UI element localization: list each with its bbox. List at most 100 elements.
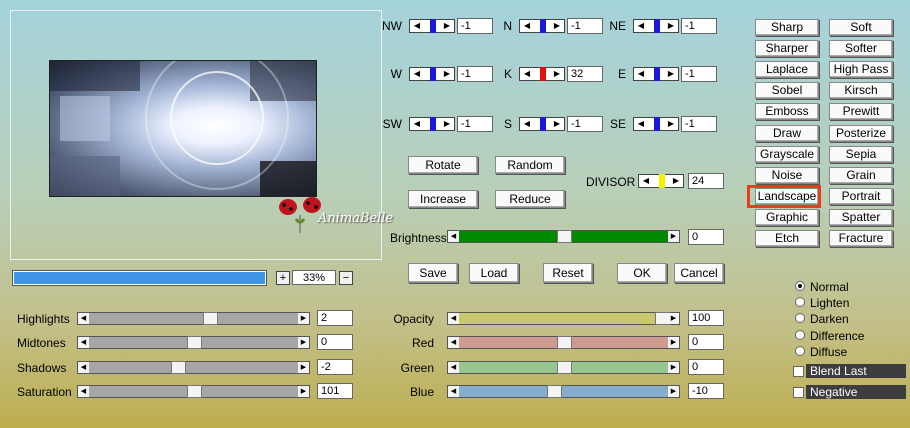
arrow-right-icon[interactable]: ▶ [668,231,679,242]
opacity-slider[interactable]: ◀ ▶ [447,312,680,325]
red-field[interactable]: 0 [688,334,724,350]
direction-field-ne[interactable]: -1 [681,18,717,34]
arrow-left-icon[interactable]: ◀ [448,386,459,397]
arrow-left-icon[interactable]: ◀ [522,69,532,79]
preset-noise-button[interactable]: Noise [755,166,819,184]
slider-thumb[interactable] [557,361,572,374]
arrow-right-icon[interactable]: ▶ [671,176,681,186]
arrow-right-icon[interactable]: ▶ [552,69,562,79]
preset-grain-button[interactable]: Grain [829,166,893,184]
direction-spinner-k[interactable]: ◀ ▶ [519,67,565,81]
arrow-left-icon[interactable]: ◀ [636,69,646,79]
blend-radio-difference[interactable] [795,329,805,340]
preset-high-pass-button[interactable]: High Pass [829,61,893,79]
arrow-left-icon[interactable]: ◀ [78,362,89,373]
reset-button[interactable]: Reset [543,263,593,283]
slider-thumb[interactable] [547,385,562,398]
blend-radio-normal[interactable] [795,281,805,291]
brightness-field[interactable]: 0 [688,229,724,245]
saturation-field[interactable]: 101 [317,383,353,399]
arrow-right-icon[interactable]: ▶ [666,69,676,79]
opacity-field[interactable]: 100 [688,310,724,326]
slider-thumb[interactable] [557,230,572,243]
arrow-right-icon[interactable]: ▶ [668,337,679,348]
ok-button[interactable]: OK [617,263,667,283]
arrow-left-icon[interactable]: ◀ [78,313,89,324]
direction-spinner-ne[interactable]: ◀ ▶ [633,19,679,33]
preset-softer-button[interactable]: Softer [829,40,893,58]
preset-grayscale-button[interactable]: Grayscale [755,145,819,163]
arrow-right-icon[interactable]: ▶ [552,21,562,31]
rotate-button[interactable]: Rotate [408,156,478,174]
highlights-field[interactable]: 2 [317,310,353,326]
arrow-left-icon[interactable]: ◀ [522,119,532,129]
increase-button[interactable]: Increase [408,190,478,208]
arrow-right-icon[interactable]: ▶ [442,119,452,129]
highlights-slider[interactable]: ◀ ▶ [77,312,310,325]
direction-spinner-sw[interactable]: ◀ ▶ [409,117,455,131]
preset-kirsch-button[interactable]: Kirsch [829,82,893,100]
preset-graphic-button[interactable]: Graphic [755,208,819,226]
slider-thumb[interactable] [203,312,218,325]
random-button[interactable]: Random [495,156,565,174]
brightness-slider[interactable]: ◀ ▶ [447,230,680,243]
arrow-left-icon[interactable]: ◀ [636,21,646,31]
arrow-left-icon[interactable]: ◀ [641,176,651,186]
blend-radio-diffuse[interactable] [795,345,805,356]
preset-fracture-button[interactable]: Fracture [829,230,893,247]
arrow-right-icon[interactable]: ▶ [668,313,679,324]
load-button[interactable]: Load [469,263,519,283]
midtones-slider[interactable]: ◀ ▶ [77,336,310,349]
shadows-slider[interactable]: ◀ ▶ [77,361,310,374]
blend-radio-darken[interactable] [795,313,805,324]
arrow-right-icon[interactable]: ▶ [668,362,679,373]
shadows-field[interactable]: -2 [317,359,353,375]
slider-thumb[interactable] [171,361,186,374]
arrow-right-icon[interactable]: ▶ [552,119,562,129]
red-slider[interactable]: ◀ ▶ [447,336,680,349]
arrow-left-icon[interactable]: ◀ [78,386,89,397]
preset-sobel-button[interactable]: Sobel [755,82,819,100]
divisor-field[interactable]: 24 [688,173,724,189]
arrow-right-icon[interactable]: ▶ [668,386,679,397]
preset-sharper-button[interactable]: Sharper [755,40,819,58]
slider-thumb[interactable] [557,336,572,349]
zoom-in-button[interactable]: + [276,271,290,285]
save-button[interactable]: Save [408,263,458,283]
arrow-right-icon[interactable]: ▶ [666,21,676,31]
blue-field[interactable]: -10 [688,383,724,399]
preset-sharp-button[interactable]: Sharp [755,19,819,36]
preset-sepia-button[interactable]: Sepia [829,145,893,163]
arrow-left-icon[interactable]: ◀ [448,231,459,242]
arrow-right-icon[interactable]: ▶ [666,119,676,129]
arrow-left-icon[interactable]: ◀ [412,69,422,79]
preset-laplace-button[interactable]: Laplace [755,61,819,79]
preset-etch-button[interactable]: Etch [755,230,819,247]
direction-spinner-w[interactable]: ◀ ▶ [409,67,455,81]
arrow-left-icon[interactable]: ◀ [448,362,459,373]
direction-field-se[interactable]: -1 [681,116,717,132]
preset-emboss-button[interactable]: Emboss [755,103,819,121]
direction-spinner-s[interactable]: ◀ ▶ [519,117,565,131]
green-slider[interactable]: ◀ ▶ [447,361,680,374]
arrow-left-icon[interactable]: ◀ [522,21,532,31]
direction-spinner-se[interactable]: ◀ ▶ [633,117,679,131]
blue-slider[interactable]: ◀ ▶ [447,385,680,398]
negative-checkbox[interactable] [793,387,804,398]
preset-soft-button[interactable]: Soft [829,19,893,36]
arrow-left-icon[interactable]: ◀ [412,119,422,129]
preset-portrait-button[interactable]: Portrait [829,187,893,205]
direction-spinner-n[interactable]: ◀ ▶ [519,19,565,33]
preset-prewitt-button[interactable]: Prewitt [829,103,893,121]
arrow-right-icon[interactable]: ▶ [442,21,452,31]
zoom-out-button[interactable]: − [339,271,353,285]
direction-spinner-e[interactable]: ◀ ▶ [633,67,679,81]
arrow-right-icon[interactable]: ▶ [298,362,309,373]
preset-spatter-button[interactable]: Spatter [829,208,893,226]
blend-radio-lighten[interactable] [795,297,805,308]
arrow-right-icon[interactable]: ▶ [298,313,309,324]
arrow-right-icon[interactable]: ▶ [298,337,309,348]
arrow-right-icon[interactable]: ▶ [442,69,452,79]
arrow-left-icon[interactable]: ◀ [412,21,422,31]
green-field[interactable]: 0 [688,359,724,375]
